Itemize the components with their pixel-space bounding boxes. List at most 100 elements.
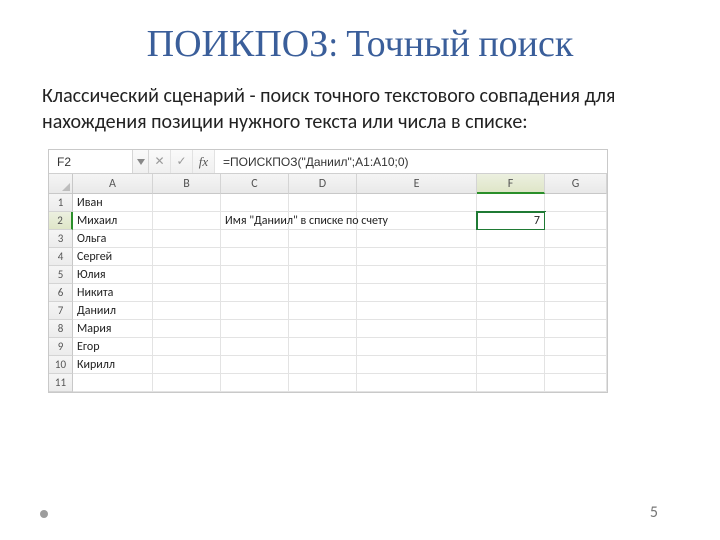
- cell-D9[interactable]: [289, 338, 357, 356]
- col-header-G[interactable]: G: [545, 174, 607, 194]
- cell-C5[interactable]: [221, 266, 289, 284]
- cell-F9[interactable]: [477, 338, 545, 356]
- cell-G5[interactable]: [545, 266, 607, 284]
- name-box[interactable]: [49, 150, 133, 173]
- cell-D11[interactable]: [289, 374, 357, 392]
- cell-C11[interactable]: [221, 374, 289, 392]
- cell-E5[interactable]: [357, 266, 477, 284]
- cell-D5[interactable]: [289, 266, 357, 284]
- cell-B1[interactable]: [153, 194, 221, 212]
- cell-A2[interactable]: Михаил: [73, 212, 153, 230]
- col-header-E[interactable]: E: [357, 174, 477, 194]
- cell-D8[interactable]: [289, 320, 357, 338]
- col-header-B[interactable]: B: [153, 174, 221, 194]
- cell-E8[interactable]: [357, 320, 477, 338]
- cell-B11[interactable]: [153, 374, 221, 392]
- cell-F1[interactable]: [477, 194, 545, 212]
- row-header-4[interactable]: 4: [49, 248, 73, 266]
- enter-icon[interactable]: ✓: [171, 150, 193, 173]
- cell-A8[interactable]: Мария: [73, 320, 153, 338]
- formula-input-wrap[interactable]: [215, 150, 607, 173]
- cell-G6[interactable]: [545, 284, 607, 302]
- cell-A10[interactable]: Кирилл: [73, 356, 153, 374]
- cell-G10[interactable]: [545, 356, 607, 374]
- row-header-2[interactable]: 2: [49, 212, 73, 230]
- col-header-D[interactable]: D: [289, 174, 357, 194]
- cancel-icon[interactable]: ✕: [149, 150, 171, 173]
- spreadsheet-grid[interactable]: ABCDEFG 1Иван2Михаил Имя "Даниил" в списке…: [49, 174, 607, 392]
- cell-B8[interactable]: [153, 320, 221, 338]
- select-all-corner[interactable]: [49, 174, 73, 194]
- col-header-C[interactable]: C: [221, 174, 289, 194]
- row-header-11[interactable]: 11: [49, 374, 73, 392]
- cell-G7[interactable]: [545, 302, 607, 320]
- name-box-input[interactable]: [55, 154, 126, 170]
- cell-G11[interactable]: [545, 374, 607, 392]
- cell-E1[interactable]: [357, 194, 477, 212]
- cell-G1[interactable]: [545, 194, 607, 212]
- cell-F8[interactable]: [477, 320, 545, 338]
- row-header-1[interactable]: 1: [49, 194, 73, 212]
- cell-E4[interactable]: [357, 248, 477, 266]
- cell-G4[interactable]: [545, 248, 607, 266]
- row-header-7[interactable]: 7: [49, 302, 73, 320]
- cell-A7[interactable]: Даниил: [73, 302, 153, 320]
- cell-E10[interactable]: [357, 356, 477, 374]
- cell-B6[interactable]: [153, 284, 221, 302]
- cell-D10[interactable]: [289, 356, 357, 374]
- cell-C10[interactable]: [221, 356, 289, 374]
- cell-A9[interactable]: Егор: [73, 338, 153, 356]
- row-header-3[interactable]: 3: [49, 230, 73, 248]
- cell-C6[interactable]: [221, 284, 289, 302]
- cell-F3[interactable]: [477, 230, 545, 248]
- cell-F4[interactable]: [477, 248, 545, 266]
- cell-C7[interactable]: [221, 302, 289, 320]
- cell-A3[interactable]: Ольга: [73, 230, 153, 248]
- cell-C8[interactable]: [221, 320, 289, 338]
- cell-E11[interactable]: [357, 374, 477, 392]
- cell-B2[interactable]: [153, 212, 221, 230]
- name-box-dropdown-icon[interactable]: [133, 150, 149, 173]
- cell-C3[interactable]: [221, 230, 289, 248]
- cell-A1[interactable]: Иван: [73, 194, 153, 212]
- cell-G3[interactable]: [545, 230, 607, 248]
- cell-C4[interactable]: [221, 248, 289, 266]
- row-header-8[interactable]: 8: [49, 320, 73, 338]
- cell-F10[interactable]: [477, 356, 545, 374]
- cell-F11[interactable]: [477, 374, 545, 392]
- cell-F5[interactable]: [477, 266, 545, 284]
- row-header-5[interactable]: 5: [49, 266, 73, 284]
- cell-A6[interactable]: Никита: [73, 284, 153, 302]
- cell-B3[interactable]: [153, 230, 221, 248]
- cell-B5[interactable]: [153, 266, 221, 284]
- cell-D3[interactable]: [289, 230, 357, 248]
- cell-D7[interactable]: [289, 302, 357, 320]
- cell-E6[interactable]: [357, 284, 477, 302]
- row-header-6[interactable]: 6: [49, 284, 73, 302]
- cell-B9[interactable]: [153, 338, 221, 356]
- cell-E3[interactable]: [357, 230, 477, 248]
- col-header-A[interactable]: A: [73, 174, 153, 194]
- cell-D4[interactable]: [289, 248, 357, 266]
- cell-F2[interactable]: 7: [477, 212, 545, 230]
- cell-A5[interactable]: Юлия: [73, 266, 153, 284]
- fx-icon[interactable]: fx: [193, 150, 215, 173]
- row-header-9[interactable]: 9: [49, 338, 73, 356]
- cell-G2[interactable]: [545, 212, 607, 230]
- cell-C2[interactable]: Имя "Даниил" в списке по счету: [221, 212, 289, 230]
- col-header-F[interactable]: F: [477, 174, 545, 194]
- cell-B10[interactable]: [153, 356, 221, 374]
- cell-F6[interactable]: [477, 284, 545, 302]
- cell-G9[interactable]: [545, 338, 607, 356]
- cell-A11[interactable]: [73, 374, 153, 392]
- cell-G8[interactable]: [545, 320, 607, 338]
- cell-D6[interactable]: [289, 284, 357, 302]
- cell-A4[interactable]: Сергей: [73, 248, 153, 266]
- formula-input[interactable]: [221, 154, 601, 170]
- cell-C1[interactable]: [221, 194, 289, 212]
- cell-F7[interactable]: [477, 302, 545, 320]
- cell-B4[interactable]: [153, 248, 221, 266]
- cell-C9[interactable]: [221, 338, 289, 356]
- cell-B7[interactable]: [153, 302, 221, 320]
- cell-D1[interactable]: [289, 194, 357, 212]
